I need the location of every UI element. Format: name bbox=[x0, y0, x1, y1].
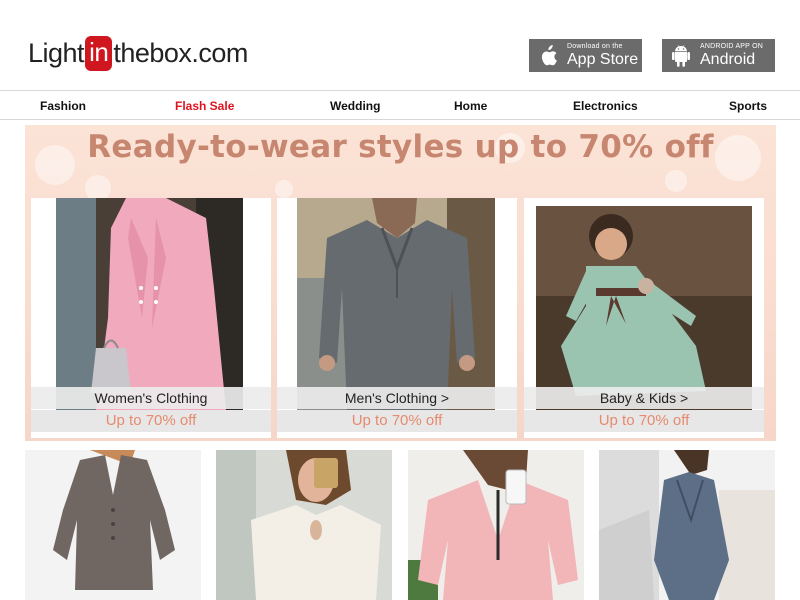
android-icon bbox=[670, 44, 692, 68]
nav-flash-sale[interactable]: Flash Sale bbox=[175, 99, 234, 113]
logo-com: .com bbox=[191, 37, 248, 68]
promo-banner[interactable]: Ready-to-wear styles up to 70% off Women… bbox=[25, 125, 776, 441]
baby-kids-sale: Up to 70% off bbox=[524, 410, 764, 432]
nav-fashion[interactable]: Fashion bbox=[40, 99, 86, 113]
baby-kids-image bbox=[536, 206, 752, 410]
womens-clothing-sale: Up to 70% off bbox=[31, 410, 271, 432]
product-image[interactable] bbox=[216, 450, 392, 600]
bokeh-decoration bbox=[665, 170, 687, 192]
logo-in: in bbox=[85, 35, 113, 71]
nav-home[interactable]: Home bbox=[454, 99, 487, 113]
app-store-big: App Store bbox=[567, 51, 639, 68]
baby-kids-label: Baby & Kids > bbox=[524, 387, 764, 409]
main-nav: Fashion Flash Sale Wedding Home Electron… bbox=[0, 90, 800, 120]
womens-clothing-image bbox=[56, 198, 243, 410]
mens-clothing-image bbox=[297, 198, 495, 410]
womens-clothing-label: Women's Clothing bbox=[31, 387, 271, 409]
mens-clothing-sale: Up to 70% off bbox=[277, 410, 517, 432]
bokeh-decoration bbox=[275, 180, 293, 198]
logo-thebox: thebox bbox=[113, 37, 192, 68]
banner-title: Ready-to-wear styles up to 70% off bbox=[87, 129, 714, 165]
app-store-small: Download on the bbox=[567, 43, 623, 50]
site-logo[interactable]: Light in thebox .com bbox=[28, 33, 248, 73]
apple-icon bbox=[537, 44, 559, 68]
product-image[interactable] bbox=[599, 450, 775, 600]
mens-clothing-card[interactable]: Men's Clothing > Up to 70% off bbox=[277, 198, 517, 438]
product-image[interactable] bbox=[25, 450, 201, 600]
app-store-button[interactable]: Download on the App Store bbox=[529, 39, 642, 72]
womens-clothing-card[interactable]: Women's Clothing Up to 70% off bbox=[31, 198, 271, 438]
android-app-button[interactable]: ANDROID APP ON Android bbox=[662, 39, 775, 72]
logo-light: Light bbox=[28, 37, 85, 68]
android-small: ANDROID APP ON bbox=[700, 43, 763, 50]
baby-kids-card[interactable]: Baby & Kids > Up to 70% off bbox=[524, 198, 764, 438]
product-image[interactable] bbox=[408, 450, 584, 600]
nav-electronics[interactable]: Electronics bbox=[573, 99, 638, 113]
android-big: Android bbox=[700, 51, 756, 68]
mens-clothing-label: Men's Clothing > bbox=[277, 387, 517, 409]
nav-wedding[interactable]: Wedding bbox=[330, 99, 380, 113]
nav-sports[interactable]: Sports bbox=[729, 99, 767, 113]
